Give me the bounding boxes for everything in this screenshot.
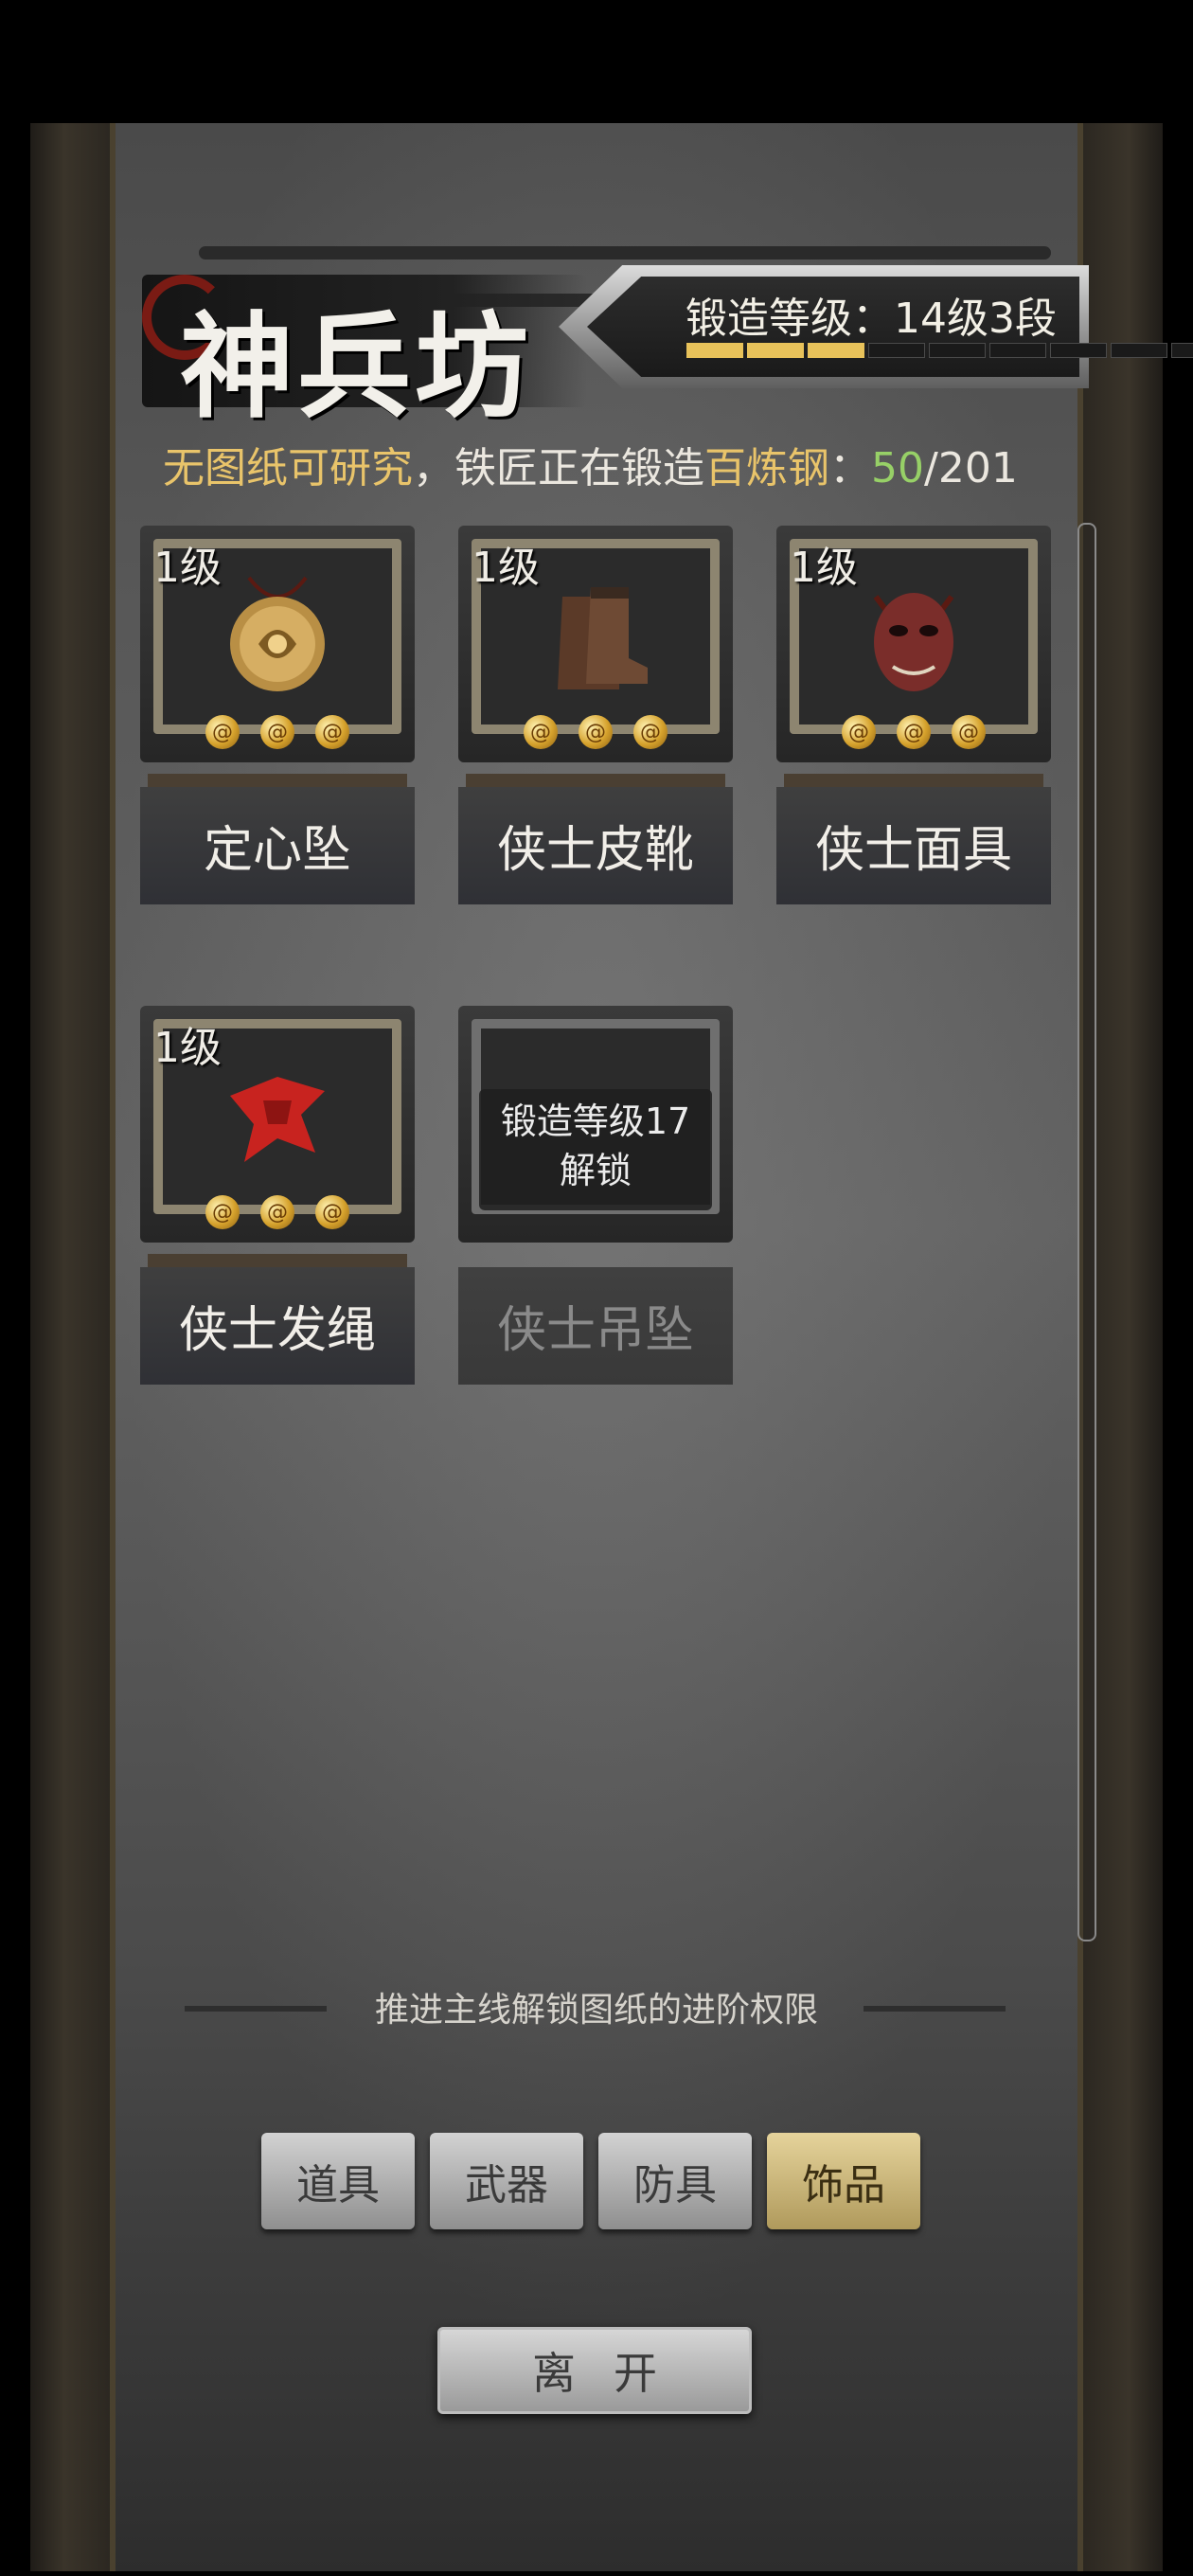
item-name: 侠士皮靴	[496, 822, 694, 879]
forge-level-label: 锻造等级：14级3段	[686, 295, 1057, 343]
swirl-icon: @	[315, 715, 349, 749]
quality-stars: @ @ @	[776, 715, 1051, 749]
no-blueprint-text: 无图纸可研究	[163, 444, 413, 492]
material-total: /201	[924, 444, 1018, 492]
page-title: 神兵坊	[180, 300, 532, 434]
swirl-icon: @	[205, 1195, 240, 1229]
mask-icon	[847, 568, 980, 701]
swirl-icon: @	[897, 715, 931, 749]
quality-stars: @ @ @	[140, 715, 415, 749]
item-name: 定心坠	[203, 822, 351, 879]
quality-stars: @ @ @	[458, 715, 733, 749]
pendant-icon	[211, 568, 344, 701]
swirl-icon: @	[633, 715, 668, 749]
item-card-hair-ribbon[interactable]: 1级 @ @ @ 侠士发绳	[140, 1006, 415, 1404]
tab-accessories[interactable]: 饰品	[767, 2133, 920, 2229]
item-level: 1级	[790, 544, 858, 592]
swirl-icon: @	[952, 715, 986, 749]
item-level: 1级	[153, 544, 222, 592]
item-level: 1级	[472, 544, 540, 592]
quality-stars: @ @ @	[140, 1195, 415, 1229]
item-name: 侠士发绳	[178, 1302, 376, 1359]
material-current: 50	[871, 444, 924, 492]
item-card-boots[interactable]: 1级 @ @ @ 侠士皮靴	[458, 526, 733, 923]
swirl-icon: @	[842, 715, 876, 749]
lock-message: 锻造等级17 解锁	[479, 1089, 712, 1210]
swirl-icon: @	[260, 715, 294, 749]
header: 神兵坊 锻造等级：14级3段	[142, 237, 1193, 434]
category-tabs: 道具 武器 防具 饰品	[261, 2133, 920, 2229]
swirl-icon: @	[315, 1195, 349, 1229]
tab-weapons[interactable]: 武器	[430, 2133, 583, 2229]
boots-icon	[529, 568, 662, 701]
forge-progress-bar	[686, 343, 1193, 358]
tab-armor[interactable]: 防具	[598, 2133, 752, 2229]
swirl-icon: @	[260, 1195, 294, 1229]
unlock-hint: 推进主线解锁图纸的进阶权限	[374, 1991, 818, 2030]
tab-items[interactable]: 道具	[261, 2133, 415, 2229]
status-colon: ：	[829, 444, 871, 492]
item-name: 侠士面具	[814, 822, 1012, 879]
item-level: 1级	[153, 1024, 222, 1072]
leave-button[interactable]: 离开	[437, 2327, 752, 2414]
item-name: 侠士吊坠	[496, 1302, 694, 1359]
hair-ribbon-icon	[211, 1048, 344, 1181]
status-middle-text: ，铁匠正在锻造	[413, 444, 704, 492]
item-card-pendant[interactable]: 1级 @ @ @ 定心坠	[140, 526, 415, 923]
left-pillar	[30, 123, 116, 2571]
swirl-icon: @	[579, 715, 613, 749]
forge-status-text: 无图纸可研究，铁匠正在锻造百炼钢：50/201	[163, 434, 1018, 494]
swirl-icon: @	[524, 715, 558, 749]
item-card-mask[interactable]: 1级 @ @ @ 侠士面具	[776, 526, 1051, 923]
item-card-locked[interactable]: 锻造等级17 解锁 侠士吊坠	[458, 1006, 733, 1404]
swirl-icon: @	[205, 715, 240, 749]
material-name: 百炼钢	[704, 444, 829, 492]
scrollbar[interactable]	[1077, 523, 1096, 1941]
